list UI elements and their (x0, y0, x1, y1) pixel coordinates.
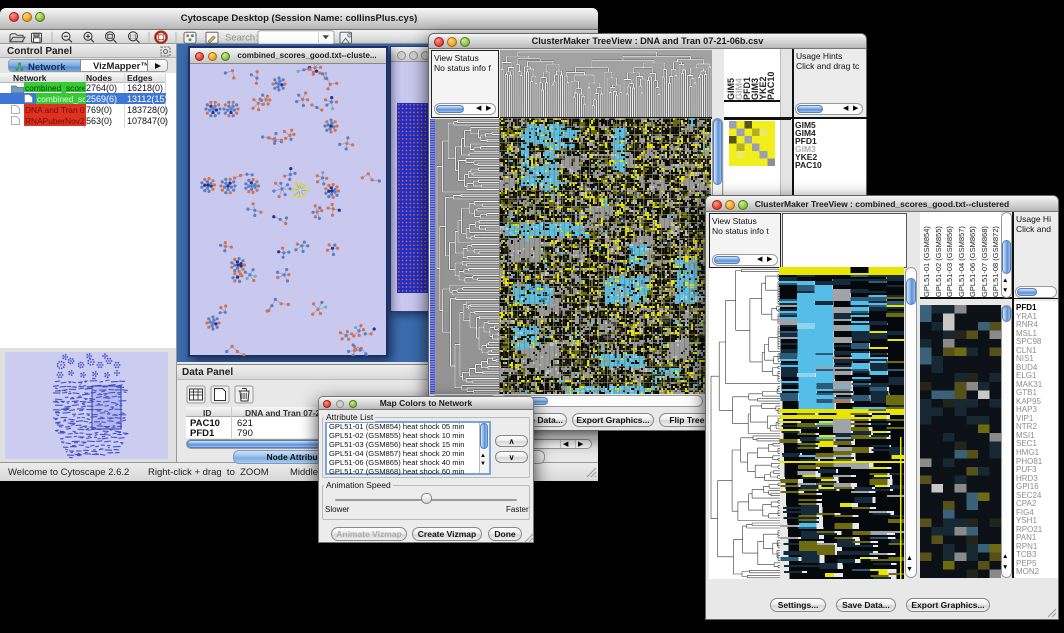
svg-text:Search:: Search: (225, 32, 258, 43)
svg-text:1:1: 1:1 (129, 35, 137, 41)
